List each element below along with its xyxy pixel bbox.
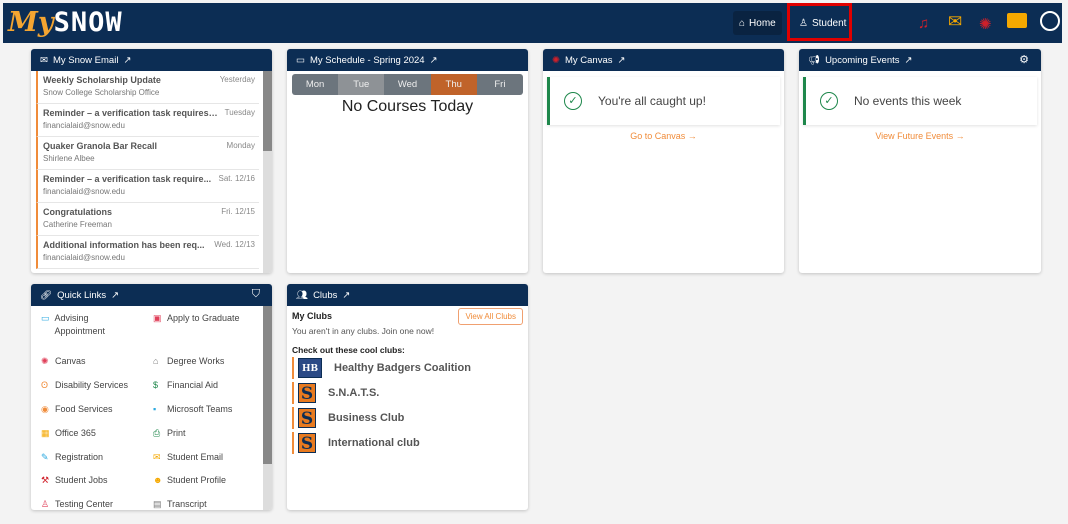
quick-link-financial-aid[interactable]: $ Financial Aid <box>153 379 253 392</box>
club-item[interactable]: S S.N.A.T.S. <box>292 382 528 404</box>
users-icon: 👥︎ <box>296 289 309 301</box>
quick-link-student-profile[interactable]: ☻ Student Profile <box>153 474 253 487</box>
quick-link-canvas[interactable]: ✺ Canvas <box>41 355 136 368</box>
day-tab-mon[interactable]: Mon <box>292 74 339 95</box>
scrollbar[interactable] <box>263 306 272 510</box>
schedule-card: ▭ My Schedule - Spring 2024 ↗ Mon Tue Wed Thu… <box>287 49 528 273</box>
club-item[interactable]: S Business Club <box>292 407 528 429</box>
external-link-icon[interactable]: ↗ <box>617 55 625 66</box>
day-tab-wed[interactable]: Wed <box>384 74 431 95</box>
card-title[interactable]: Clubs <box>313 290 337 301</box>
shield-icon[interactable]: ⛉ <box>252 288 260 301</box>
external-link-icon[interactable]: ↗ <box>430 55 438 66</box>
quick-link-student-jobs[interactable]: ⚒ Student Jobs <box>41 474 136 487</box>
quick-link-office-365[interactable]: ▦ Office 365 <box>41 427 136 440</box>
quick-link-disability-services[interactable]: ʘ Disability Services <box>41 379 136 392</box>
link-icon: 🔗︎ <box>40 289 53 301</box>
external-link-icon[interactable]: ↗ <box>123 55 131 66</box>
quick-link-icon: ▪ <box>153 404 157 414</box>
quick-link-icon: ⌂ <box>153 356 159 366</box>
email-item[interactable]: Reminder – a verification task requires … <box>36 104 259 137</box>
quick-link-icon: ▣ <box>153 313 162 323</box>
envelope-icon: ✉ <box>40 54 48 66</box>
home-nav-button[interactable]: ⌂ Home <box>733 11 782 35</box>
scrollbar[interactable] <box>263 71 272 273</box>
bell-icon[interactable]: ♫ <box>918 15 929 32</box>
quick-link-food-services[interactable]: ◉ Food Services <box>41 403 136 416</box>
quick-link-registration[interactable]: ✎ Registration <box>41 451 136 464</box>
gear-icon[interactable]: ⚙ <box>1019 53 1029 66</box>
email-card: ✉ My Snow Email ↗ Weekly Scholarship Updat… <box>31 49 272 273</box>
club-logo: S <box>298 408 316 429</box>
card-title[interactable]: Upcoming Events <box>825 55 899 66</box>
quick-link-icon: ◉ <box>41 404 49 414</box>
check-circle-icon: ✓ <box>564 92 582 110</box>
quick-link-icon: $ <box>153 380 159 390</box>
day-tab-fri[interactable]: Fri <box>476 74 523 95</box>
quick-link-microsoft-teams[interactable]: ▪ Microsoft Teams <box>153 403 253 416</box>
quick-links-card: 🔗︎ Quick Links ↗ ⛉ ▭ Advising Appointment ▣ Ap… <box>31 284 272 510</box>
club-item[interactable]: S International club <box>292 432 528 454</box>
quick-link-testing-center[interactable]: ♙ Testing Center <box>41 498 136 510</box>
quick-link-icon: ♙ <box>41 499 50 509</box>
quick-link-icon: ⚒ <box>41 475 50 485</box>
external-link-icon[interactable]: ↗ <box>905 55 913 66</box>
clubs-card: 👥︎ Clubs ↗ My Clubs View All Clubs You are… <box>287 284 528 510</box>
card-title[interactable]: My Canvas <box>565 55 613 66</box>
external-link-icon[interactable]: ↗ <box>111 290 119 301</box>
go-to-canvas-link[interactable]: Go to Canvas → <box>543 131 784 141</box>
club-logo: S <box>298 383 316 404</box>
day-tab-thu[interactable]: Thu <box>430 74 477 95</box>
mail-icon[interactable]: ✉ <box>948 12 962 32</box>
check-circle-icon: ✓ <box>820 92 838 110</box>
highlight-box <box>787 3 852 41</box>
quick-link-print[interactable]: ⎙ Print <box>153 427 253 440</box>
canvas-card: ✺ My Canvas ↗ ✓ You're all caught up! Go to… <box>543 49 784 273</box>
quick-link-icon: ▦ <box>41 428 50 438</box>
quick-link-apply-to-graduate[interactable]: ▣ Apply to Graduate <box>153 312 253 325</box>
card-title[interactable]: Quick Links <box>57 290 106 301</box>
quick-link-icon: ✎ <box>41 452 49 462</box>
id-card-icon[interactable] <box>1007 13 1027 28</box>
card-title[interactable]: My Snow Email <box>53 55 118 66</box>
view-future-events-link[interactable]: View Future Events → <box>799 131 1041 141</box>
canvas-icon: ✺ <box>552 54 560 66</box>
club-logo: S <box>298 433 316 454</box>
quick-link-student-email[interactable]: ✉ Student Email <box>153 451 253 464</box>
top-nav-bar: MySNOW ⌂ Home ♙ Student ♫ ✉ ✺ <box>3 3 1062 43</box>
email-item[interactable]: Reminder – a verification task require..… <box>36 170 259 203</box>
quick-link-advising-appointment[interactable]: ▭ Advising Appointment <box>41 312 136 338</box>
quick-link-icon: ʘ <box>41 380 49 390</box>
quick-link-transcript[interactable]: ▤ Transcript <box>153 498 253 510</box>
quick-link-icon: ✺ <box>41 356 49 366</box>
quick-link-icon: ⎙ <box>153 428 161 438</box>
email-item[interactable]: Weekly Scholarship Update Snow College Sc… <box>36 71 259 104</box>
quick-link-icon: ▤ <box>153 499 162 509</box>
quick-link-icon: ▭ <box>41 313 50 323</box>
megaphone-icon: 📢︎ <box>808 54 821 66</box>
quick-link-degree-works[interactable]: ⌂ Degree Works <box>153 355 253 368</box>
view-all-clubs-button[interactable]: View All Clubs <box>458 308 523 325</box>
quick-link-icon: ✉ <box>153 452 161 462</box>
email-item[interactable]: Additional information has been req... fi… <box>36 236 259 269</box>
mysnow-logo[interactable]: MySNOW <box>8 7 123 38</box>
canvas-icon[interactable]: ✺ <box>979 15 992 33</box>
external-link-icon[interactable]: ↗ <box>342 290 350 301</box>
no-courses-message: No Courses Today <box>341 98 474 115</box>
events-card: 📢︎ Upcoming Events ↗ ⚙ ✓ No events this week… <box>799 49 1041 273</box>
card-title[interactable]: My Schedule - Spring 2024 <box>310 55 425 66</box>
home-icon: ⌂ <box>739 17 746 29</box>
email-item[interactable]: Congratulations Catherine Freeman Fri. 12/… <box>36 203 259 236</box>
profile-icon[interactable] <box>1040 11 1060 31</box>
quick-link-icon: ☻ <box>153 475 163 485</box>
calendar-icon: ▭ <box>296 54 305 66</box>
day-tab-tue[interactable]: Tue <box>338 74 385 95</box>
email-item[interactable]: Quaker Granola Bar Recall Shirlene Albee M… <box>36 137 259 170</box>
